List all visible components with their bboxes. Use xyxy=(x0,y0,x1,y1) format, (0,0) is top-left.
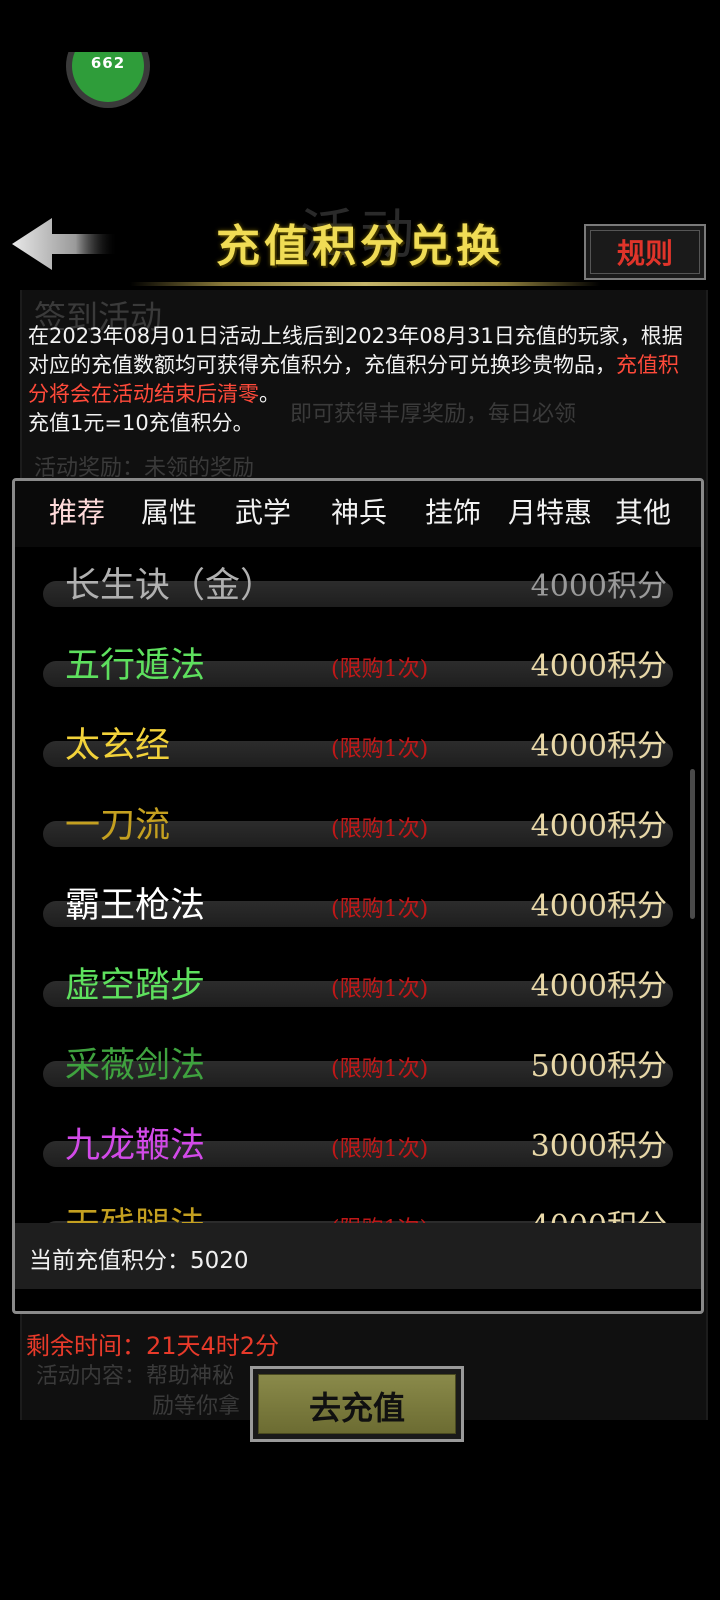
background-ghost-line4: 励等你拿 xyxy=(152,1394,241,1419)
recharge-button[interactable]: 去充值 xyxy=(250,1366,464,1442)
points-bar: 当前充值积分：5020 xyxy=(15,1223,701,1289)
tab-ornaments[interactable]: 挂饰 xyxy=(419,491,487,535)
list-item[interactable]: 太玄经 (限购1次) 4000积分 xyxy=(15,703,701,785)
item-price: 3000积分 xyxy=(530,1129,667,1164)
remaining-time: 剩余时间：21天4时2分 xyxy=(26,1332,280,1360)
background-ghost-line3: 活动内容：帮助神秘 xyxy=(36,1364,235,1389)
event-description: 在2023年08月01日活动上线后到2023年08月31日充值的玩家，根据对应的… xyxy=(28,322,688,438)
item-limit: (限购1次) xyxy=(331,977,429,1002)
recharge-label: 去充值 xyxy=(308,1389,405,1427)
page-title: 充值积分兑换 xyxy=(216,221,504,272)
description-text: 在2023年08月01日活动上线后到2023年08月31日充值的玩家，根据对应的… xyxy=(28,324,683,377)
tab-recommend[interactable]: 推荐 xyxy=(35,489,119,539)
list-item[interactable]: 一刀流 (限购1次) 4000积分 xyxy=(15,783,701,865)
list-item[interactable]: 天残腿法 (限购1次) 4000积分 xyxy=(15,1183,701,1223)
title-divider xyxy=(130,282,600,286)
back-arrow-icon xyxy=(12,218,118,270)
item-name: 太玄经 xyxy=(65,726,171,766)
item-name: 霸王枪法 xyxy=(65,886,206,926)
exchange-dialog: 推荐 属性 武学 神兵 挂饰 月特惠 其他 长生诀（金） 4000积分 五行遁法… xyxy=(12,478,704,1314)
item-limit: (限购1次) xyxy=(331,1057,429,1082)
item-price: 4000积分 xyxy=(530,569,667,604)
item-name: 虚空踏步 xyxy=(65,966,206,1006)
item-limit: (限购1次) xyxy=(331,657,429,682)
item-name: 九龙鞭法 xyxy=(65,1126,206,1166)
tab-martial-arts[interactable]: 武学 xyxy=(229,491,297,535)
list-item[interactable]: 霸王枪法 (限购1次) 4000积分 xyxy=(15,863,701,945)
list-item[interactable]: 五行遁法 (限购1次) 4000积分 xyxy=(15,623,701,705)
item-limit: (限购1次) xyxy=(331,737,429,762)
item-name: 长生诀（金） xyxy=(65,566,276,606)
list-scrollbar[interactable] xyxy=(690,769,695,919)
item-name: 一刀流 xyxy=(65,806,171,846)
item-price: 4000积分 xyxy=(531,1201,667,1223)
list-item[interactable]: 九龙鞭法 (限购1次) 3000积分 xyxy=(15,1103,701,1185)
tab-other[interactable]: 其他 xyxy=(609,491,677,535)
description-end: 。 xyxy=(259,382,280,406)
item-name: 天残腿法 xyxy=(65,1197,205,1223)
item-price: 5000积分 xyxy=(530,1049,667,1084)
item-limit: (限购1次) xyxy=(331,1137,429,1162)
item-price: 4000积分 xyxy=(530,649,667,684)
current-points: 当前充值积分：5020 xyxy=(29,1248,249,1274)
item-limit: (限购1次) xyxy=(331,897,429,922)
rules-label: 规则 xyxy=(616,237,673,270)
description-rate: 充值1元=10充值积分。 xyxy=(28,411,254,435)
badge-text: 662 xyxy=(90,54,126,72)
rules-button[interactable]: 规则 xyxy=(584,224,706,280)
tab-attributes[interactable]: 属性 xyxy=(135,491,203,535)
item-name: 五行遁法 xyxy=(65,646,206,686)
item-list[interactable]: 长生诀（金） 4000积分 五行遁法 (限购1次) 4000积分 太玄经 (限购… xyxy=(15,547,701,1223)
item-name: 采薇剑法 xyxy=(65,1046,206,1086)
back-button[interactable] xyxy=(8,212,120,276)
list-item[interactable]: 虚空踏步 (限购1次) 4000积分 xyxy=(15,943,701,1025)
item-price: 4000积分 xyxy=(530,809,667,844)
item-limit: (限购1次) xyxy=(331,1211,428,1223)
avatar-badge[interactable]: 662 xyxy=(66,52,150,110)
category-tabs: 推荐 属性 武学 神兵 挂饰 月特惠 其他 xyxy=(15,481,701,547)
list-item[interactable]: 采薇剑法 (限购1次) 5000积分 xyxy=(15,1023,701,1105)
item-price: 4000积分 xyxy=(530,889,667,924)
item-limit: (限购1次) xyxy=(331,817,429,842)
list-item[interactable]: 长生诀（金） 4000积分 xyxy=(15,547,701,625)
item-price: 4000积分 xyxy=(530,729,667,764)
item-price: 4000积分 xyxy=(530,969,667,1004)
tab-monthly-deals[interactable]: 月特惠 xyxy=(501,491,599,535)
tab-weapons[interactable]: 神兵 xyxy=(325,491,393,535)
